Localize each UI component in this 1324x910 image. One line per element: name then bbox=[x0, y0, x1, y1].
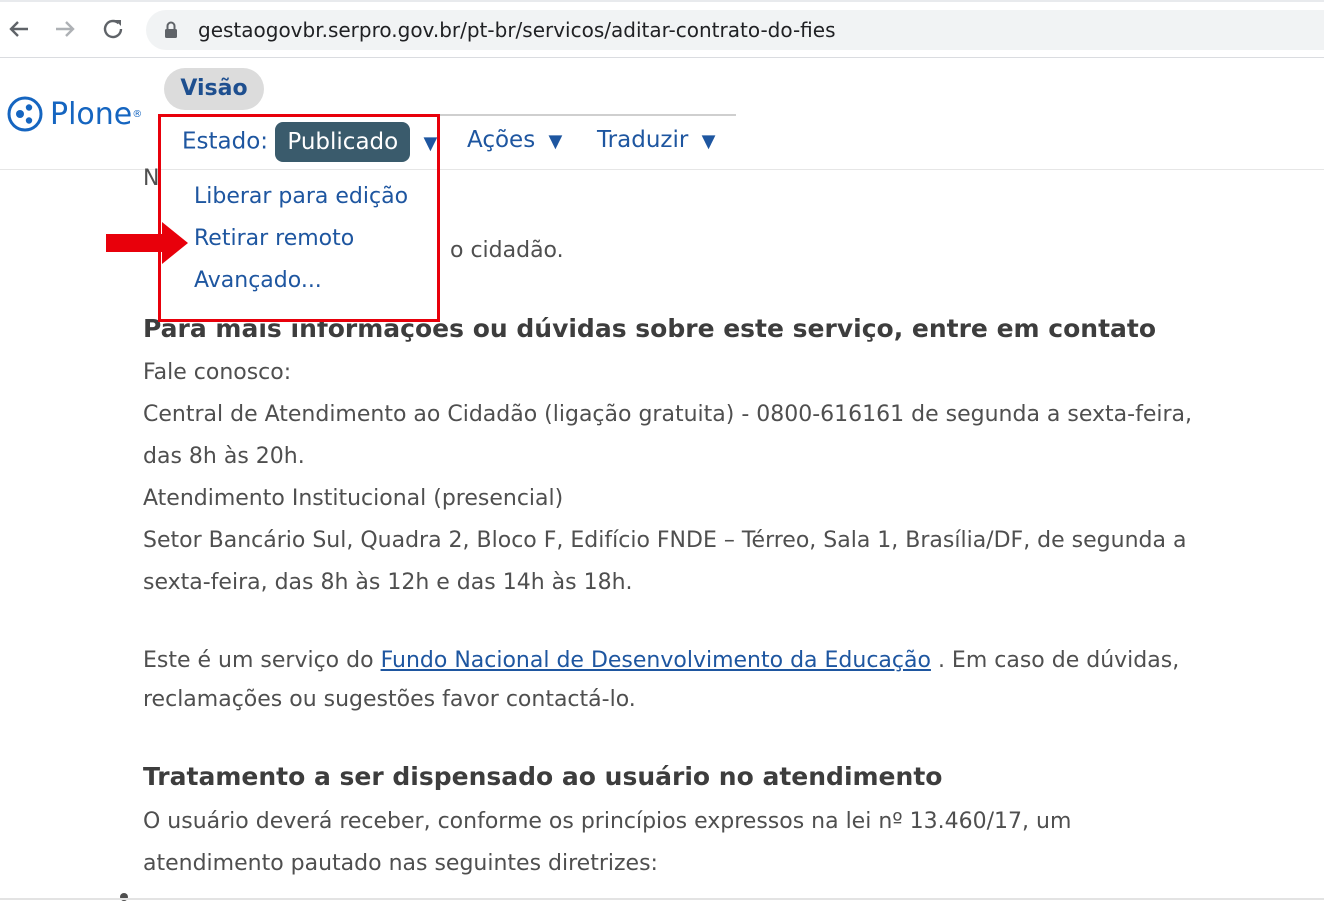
forward-arrow-icon[interactable] bbox=[50, 14, 80, 44]
atendimento-institucional-text: Atendimento Institucional (presencial) bbox=[143, 486, 564, 511]
reload-icon[interactable] bbox=[98, 14, 128, 44]
plone-logo-icon bbox=[7, 96, 43, 132]
highlight-box bbox=[158, 114, 440, 322]
plone-logo-text: Plone bbox=[50, 96, 133, 132]
address-bar[interactable]: gestaogovbr.serpro.gov.br/pt-br/servicos… bbox=[146, 10, 1324, 50]
chevron-down-icon: ▼ bbox=[548, 131, 563, 152]
fale-conosco-label: Fale conosco: bbox=[143, 360, 292, 385]
url-text: gestaogovbr.serpro.gov.br/pt-br/servicos… bbox=[198, 18, 836, 42]
traduzir-menu[interactable]: Traduzir ▼ bbox=[597, 122, 715, 160]
partial-text-line: o cidadão. bbox=[450, 238, 564, 263]
plone-logo[interactable]: Plone ® bbox=[6, 94, 142, 134]
back-arrow-icon[interactable] bbox=[4, 14, 34, 44]
reclamacoes-text: reclamações ou sugestões favor contactá-… bbox=[143, 687, 636, 712]
section-heading-tratamento: Tratamento a ser dispensado ao usuário n… bbox=[143, 762, 943, 791]
servico-paragraph: Este é um serviço do Fundo Nacional de D… bbox=[143, 648, 1180, 673]
red-arrow-icon bbox=[106, 222, 188, 264]
central-atendimento-hours: das 8h às 20h. bbox=[143, 444, 305, 469]
endereco-text: Setor Bancário Sul, Quadra 2, Bloco F, E… bbox=[143, 528, 1187, 553]
chevron-down-icon: ▼ bbox=[701, 131, 716, 152]
lock-icon bbox=[165, 21, 177, 38]
browser-toolbar: gestaogovbr.serpro.gov.br/pt-br/servicos… bbox=[0, 0, 1324, 58]
endereco-hours: sexta-feira, das 8h às 12h e das 14h às … bbox=[143, 570, 633, 595]
tab-strip-edge bbox=[0, 0, 1324, 2]
bottom-divider bbox=[0, 898, 1324, 900]
fnde-link[interactable]: Fundo Nacional de Desenvolvimento da Edu… bbox=[381, 648, 931, 673]
tab-visao[interactable]: Visão bbox=[164, 68, 264, 110]
acoes-menu[interactable]: Ações ▼ bbox=[467, 122, 562, 160]
central-atendimento-text: Central de Atendimento ao Cidadão (ligaç… bbox=[143, 402, 1192, 427]
acoes-label: Ações bbox=[467, 127, 536, 153]
partial-text-line: N bbox=[143, 166, 160, 191]
usuario-text: O usuário deverá receber, conforme os pr… bbox=[143, 809, 1072, 834]
registered-mark: ® bbox=[132, 108, 143, 120]
traduzir-label: Traduzir bbox=[597, 127, 689, 153]
usuario-text-cont: atendimento pautado nas seguintes diretr… bbox=[143, 851, 658, 876]
